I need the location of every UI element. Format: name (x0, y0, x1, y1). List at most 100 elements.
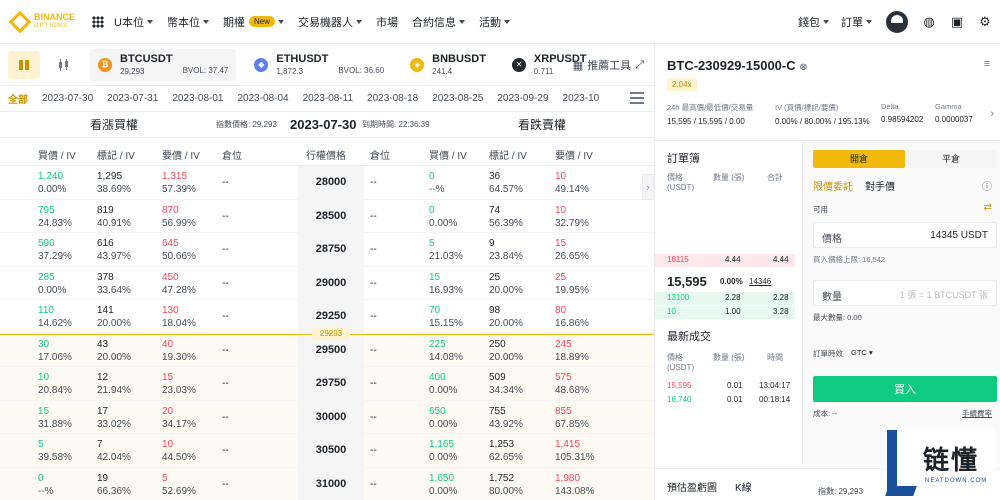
fee-rate-link[interactable]: 手續費率 (962, 408, 992, 419)
call-bid-cell[interactable]: 590 37.29% (38, 237, 72, 263)
binance-options-logo[interactable]: BINANCE OPTIONS (8, 10, 84, 33)
put-bid-cell[interactable]: 650 0.00% (429, 405, 457, 431)
put-ask-cell[interactable]: 575 48.68% (555, 371, 589, 397)
put-mark-cell[interactable]: 25 20.00% (489, 271, 523, 297)
put-ask-cell[interactable]: 80 16.86% (555, 304, 589, 330)
table-row[interactable]: 590 37.29% 616 43.97% 645 50.66% -- 28750 -- 5 21.… (0, 233, 654, 267)
date-tab[interactable]: 2023-08-25 (432, 93, 483, 104)
call-ask-cell[interactable]: 40 19.30% (162, 338, 196, 364)
call-ask-cell[interactable]: 1,315 57.39% (162, 170, 196, 196)
table-row[interactable]: 15 31.88% 17 33.02% 20 34.17% -- 30000 -- 650 0.00… (0, 400, 654, 434)
ask-row[interactable]: 16115 4.44 4.44 (655, 254, 795, 267)
call-ask-cell[interactable]: 15 23.03% (162, 371, 196, 397)
call-mark-cell[interactable]: 7 42.04% (97, 438, 131, 464)
call-bid-cell[interactable]: 15 31.88% (38, 405, 72, 431)
info-icon[interactable]: ⊗ (799, 62, 807, 73)
put-ask-cell[interactable]: 1,980 143.08% (555, 472, 594, 498)
table-row[interactable]: 5 39.58% 7 42.04% 10 44.50% -- 30500 -- 1,165 0.00… (0, 434, 654, 468)
call-ask-cell[interactable]: 130 18.04% (162, 304, 196, 330)
call-ask-cell[interactable]: 645 50.66% (162, 237, 196, 263)
call-bid-cell[interactable]: 5 39.58% (38, 438, 72, 464)
put-ask-cell[interactable]: 245 18.89% (555, 338, 589, 364)
call-ask-cell[interactable]: 5 52.69% (162, 472, 196, 498)
date-tab[interactable]: 2023-09-29 (497, 93, 548, 104)
filter-icon[interactable] (630, 92, 644, 104)
date-tab[interactable]: 2023-10 (563, 93, 600, 104)
wallet-menu[interactable]: 錢包 (798, 14, 829, 30)
call-mark-cell[interactable]: 12 21.94% (97, 371, 131, 397)
buy-button[interactable]: 買入 (813, 376, 997, 402)
bid-row[interactable]: 10 1.00 3.28 (655, 306, 795, 319)
call-bid-cell[interactable]: 285 0.00% (38, 271, 66, 297)
collapse-panel-button[interactable]: › (642, 174, 654, 200)
recommend-tool-button[interactable]: ▦ 推薦工具 ⤢ (573, 57, 644, 73)
date-tab-all[interactable]: 全部 (8, 91, 28, 106)
tquote-view-button[interactable] (8, 50, 40, 79)
menu-item-2[interactable]: 期權 New (223, 14, 284, 30)
globe-icon[interactable]: ◍ (922, 14, 936, 29)
table-row[interactable]: 285 0.00% 378 33.64% 450 47.28% -- 29000 -- 15 16.… (0, 266, 654, 300)
limit-order-tab[interactable]: 限價委託 (813, 178, 853, 193)
date-tab[interactable]: 2023-08-18 (367, 93, 418, 104)
put-bid-cell[interactable]: 0 --% (429, 170, 445, 196)
tab-kline[interactable]: K線 (735, 479, 752, 494)
put-mark-cell[interactable]: 250 20.00% (489, 338, 523, 364)
menu-item-5[interactable]: 合約信息 (412, 14, 465, 30)
call-bid-cell[interactable]: 1,240 0.00% (38, 170, 66, 196)
bid-row[interactable]: 13100 2.28 2.28 (655, 292, 795, 305)
date-tab[interactable]: 2023-08-04 (237, 93, 288, 104)
call-mark-cell[interactable]: 141 20.00% (97, 304, 131, 330)
put-mark-cell[interactable]: 1,253 62.65% (489, 438, 523, 464)
put-mark-cell[interactable]: 9 23.84% (489, 237, 523, 263)
quantity-input[interactable]: 數量 1 張 = 1 BTCUSDT 張 (813, 280, 997, 306)
call-mark-cell[interactable]: 1,295 38.69% (97, 170, 131, 196)
call-mark-cell[interactable]: 616 43.97% (97, 237, 131, 263)
tif-select[interactable]: GTC ▾ (851, 348, 873, 357)
put-mark-cell[interactable]: 74 56.39% (489, 204, 523, 230)
date-tab[interactable]: 2023-08-01 (172, 93, 223, 104)
table-row[interactable]: 10 20.84% 12 21.94% 15 23.03% -- 29750 -- 400 0.00… (0, 367, 654, 401)
put-bid-cell[interactable]: 1,650 0.00% (429, 472, 457, 498)
transfer-icon[interactable]: ⇄ (984, 202, 992, 213)
call-bid-cell[interactable]: 10 20.84% (38, 371, 72, 397)
download-app-icon[interactable]: ▣ (950, 14, 964, 29)
call-mark-cell[interactable]: 819 40.91% (97, 204, 131, 230)
call-ask-cell[interactable]: 10 44.50% (162, 438, 196, 464)
symbol-tab-btcusdt[interactable]: ₿ BTCUSDT 29,293 BVOL: 37.47 (90, 48, 237, 81)
put-ask-cell[interactable]: 25 19.95% (555, 271, 589, 297)
tab-open[interactable]: 開倉 (813, 150, 905, 168)
table-row[interactable]: 795 24.83% 819 40.91% 870 56.99% -- 28500 -- 0 0.0… (0, 199, 654, 233)
date-tab[interactable]: 2023-07-31 (107, 93, 158, 104)
put-bid-cell[interactable]: 5 21.03% (429, 237, 463, 263)
put-ask-cell[interactable]: 10 32.79% (555, 204, 589, 230)
call-mark-cell[interactable]: 378 33.64% (97, 271, 131, 297)
tab-close[interactable]: 平倉 (905, 150, 997, 168)
call-mark-cell[interactable]: 19 66.36% (97, 472, 131, 498)
symbol-tab-ethusdt[interactable]: ◆ ETHUSDT 1,872.3 BVOL: 36.60 (246, 49, 392, 81)
orders-menu[interactable]: 訂單 (841, 14, 872, 30)
put-bid-cell[interactable]: 1,165 0.00% (429, 438, 457, 464)
info-circle-icon[interactable]: ⓘ (982, 178, 992, 193)
date-tab[interactable]: 2023-07-30 (42, 93, 93, 104)
put-bid-cell[interactable]: 400 0.00% (429, 371, 457, 397)
call-ask-cell[interactable]: 870 56.99% (162, 204, 196, 230)
put-ask-cell[interactable]: 15 26.65% (555, 237, 589, 263)
call-bid-cell[interactable]: 110 14.62% (38, 304, 72, 330)
table-row[interactable]: 0 --% 19 66.36% 5 52.69% -- 31000 -- 1,650 0.00% 1,… (0, 467, 654, 500)
menu-item-1[interactable]: 幣本位 (167, 14, 209, 30)
call-ask-cell[interactable]: 20 34.17% (162, 405, 196, 431)
call-bid-cell[interactable]: 795 24.83% (38, 204, 72, 230)
menu-item-6[interactable]: 活動 (479, 14, 510, 30)
put-mark-cell[interactable]: 1,752 80.00% (489, 472, 523, 498)
call-mark-cell[interactable]: 17 33.02% (97, 405, 131, 431)
gear-icon[interactable]: ⚙ (978, 14, 992, 29)
put-mark-cell[interactable]: 509 34.34% (489, 371, 523, 397)
call-bid-cell[interactable]: 0 --% (38, 472, 54, 498)
stats-more-icon[interactable]: › (990, 108, 994, 120)
menu-item-0[interactable]: U本位 (114, 14, 153, 30)
put-mark-cell[interactable]: 98 20.00% (489, 304, 523, 330)
put-mark-cell[interactable]: 755 43.92% (489, 405, 523, 431)
date-tab[interactable]: 2023-08-11 (303, 93, 353, 104)
settings-sliders-icon[interactable]: ≡ (984, 58, 990, 70)
put-bid-cell[interactable]: 15 16.93% (429, 271, 463, 297)
